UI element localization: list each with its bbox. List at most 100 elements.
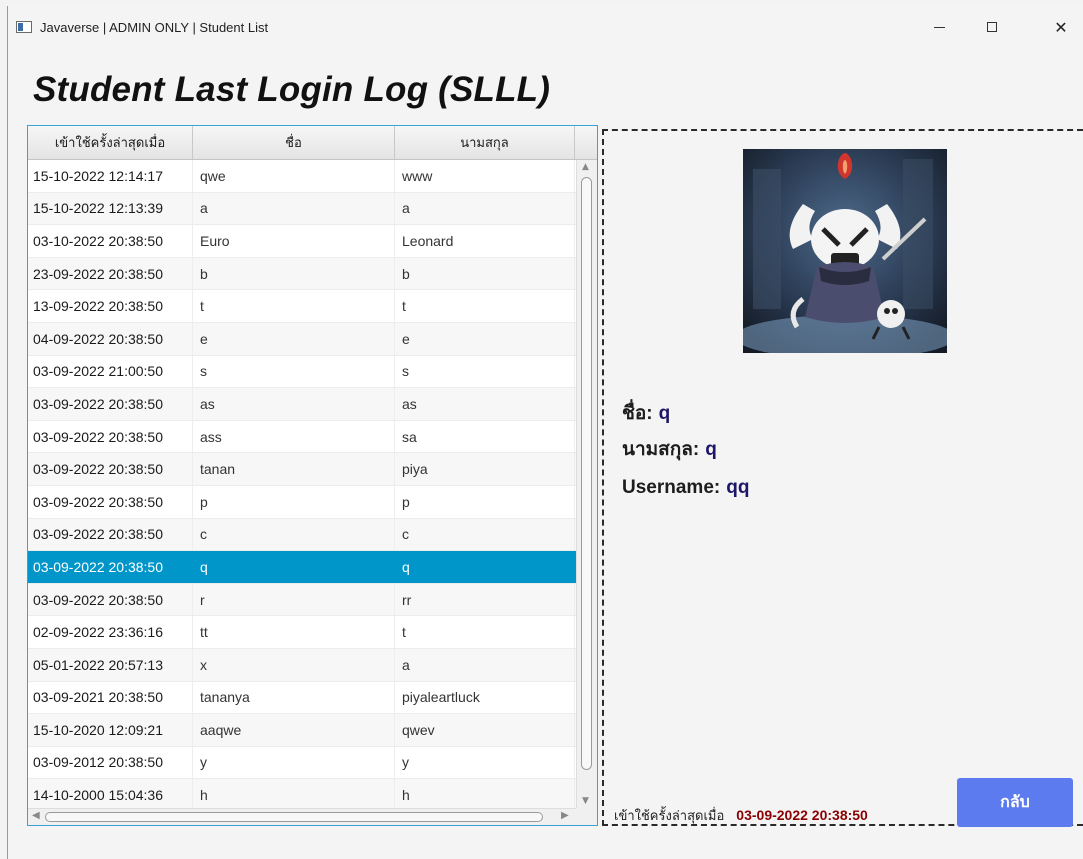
table-body: 15-10-2022 12:14:17 qwe www 15-10-2022 12:1…	[28, 160, 576, 812]
cell-name: h	[193, 779, 395, 811]
table-row[interactable]: 03-09-2022 20:38:50 c c	[28, 518, 576, 552]
cell-name: tt	[193, 616, 395, 648]
scroll-right-icon[interactable]: ▶	[561, 810, 569, 821]
table-row[interactable]: 23-09-2022 20:38:50 b b	[28, 257, 576, 291]
cell-last-login: 03-09-2021 20:38:50	[28, 681, 193, 714]
surname-value: q	[705, 439, 717, 460]
name-value: q	[658, 403, 671, 424]
column-header-surname[interactable]: นามสกุล	[395, 126, 575, 159]
name-label: ชื่อ:	[622, 403, 653, 424]
table-row[interactable]: 03-09-2022 20:38:50 as as	[28, 388, 576, 421]
close-button[interactable]: ✕	[1038, 6, 1083, 48]
cell-last-login: 03-09-2022 20:38:50	[28, 583, 193, 616]
table-row[interactable]: 13-09-2022 20:38:50 t t	[28, 290, 576, 323]
cell-last-login: 03-09-2022 20:38:50	[28, 485, 193, 518]
cell-surname: s	[395, 355, 575, 388]
cell-last-login: 23-09-2022 20:38:50	[28, 257, 193, 290]
cell-name: t	[193, 290, 395, 322]
horizontal-scroll-thumb[interactable]	[45, 812, 543, 822]
maximize-button[interactable]	[969, 6, 1015, 48]
table-row[interactable]: 15-10-2020 12:09:21 aaqwe qwev	[28, 714, 576, 747]
cell-name: ass	[193, 420, 395, 453]
cell-name: Euro	[193, 225, 395, 257]
column-header-name[interactable]: ชื่อ	[193, 126, 395, 159]
minimize-icon	[933, 26, 945, 28]
cell-name: y	[193, 746, 395, 779]
cell-last-login: 15-10-2022 12:14:17	[28, 160, 193, 192]
table-row[interactable]: 03-09-2022 21:00:50 s s	[28, 355, 576, 389]
cell-last-login: 03-09-2022 20:38:50	[28, 453, 193, 485]
scroll-up-icon[interactable]: ▲	[582, 162, 589, 172]
table-row[interactable]: 15-10-2022 12:14:17 qwe www	[28, 160, 576, 193]
username-value: qq	[726, 477, 750, 498]
detail-name: ชื่อ: q	[622, 398, 670, 428]
table-row[interactable]: 02-09-2022 23:36:16 tt t	[28, 616, 576, 649]
cell-surname: c	[395, 518, 575, 551]
cell-last-login: 03-09-2022 20:38:50	[28, 388, 193, 420]
column-header-last-login[interactable]: เข้าใช้ครั้งล่าสุดเมื่อ	[28, 126, 193, 159]
cell-surname: a	[395, 648, 575, 681]
avatar-image	[743, 149, 947, 353]
cell-name: aaqwe	[193, 714, 395, 746]
surname-label: นามสกุล:	[622, 439, 700, 460]
cell-last-login: 03-09-2022 21:00:50	[28, 355, 193, 388]
cell-surname: sa	[395, 420, 575, 453]
table-row[interactable]: 03-09-2022 20:38:50 q q	[28, 551, 576, 584]
table-row[interactable]: 03-10-2022 20:38:50 Euro Leonard	[28, 225, 576, 258]
detail-last-login: เข้าใช้ครั้งล่าสุดเมื่อ 03-09-2022 20:38:…	[614, 805, 868, 826]
cell-name: as	[193, 388, 395, 420]
cell-last-login: 04-09-2022 20:38:50	[28, 322, 193, 355]
close-icon: ✕	[1054, 17, 1068, 37]
cell-last-login: 03-09-2022 20:38:50	[28, 420, 193, 453]
cell-last-login: 05-01-2022 20:57:13	[28, 648, 193, 681]
cell-surname: qwev	[395, 714, 575, 746]
scroll-left-icon[interactable]: ◀	[32, 810, 40, 821]
cell-last-login: 14-10-2000 15:04:36	[28, 779, 193, 811]
table-row[interactable]: 03-09-2022 20:38:50 p p	[28, 485, 576, 519]
cell-surname: t	[395, 290, 575, 322]
cell-surname: y	[395, 746, 575, 779]
cell-surname: h	[395, 779, 575, 811]
scroll-down-icon[interactable]: ▼	[582, 796, 589, 806]
table-row[interactable]: 14-10-2000 15:04:36 h h	[28, 779, 576, 812]
cell-name: q	[193, 551, 395, 583]
table-row[interactable]: 04-09-2022 20:38:50 e e	[28, 322, 576, 356]
page-title: Student Last Login Log (SLLL)	[33, 70, 551, 109]
cell-surname: www	[395, 160, 575, 192]
table-header: เข้าใช้ครั้งล่าสุดเมื่อ ชื่อ นามสกุล	[28, 126, 597, 160]
cell-last-login: 15-10-2022 12:13:39	[28, 192, 193, 225]
vertical-scrollbar[interactable]: ▲ ▼	[576, 160, 597, 808]
cell-surname: e	[395, 322, 575, 355]
detail-username: Username: qq	[622, 477, 749, 499]
cell-name: p	[193, 485, 395, 518]
cell-last-login: 03-10-2022 20:38:50	[28, 225, 193, 257]
cell-name: tananya	[193, 681, 395, 714]
cell-surname: piyaleartluck	[395, 681, 575, 714]
table-row[interactable]: 05-01-2022 20:57:13 x a	[28, 648, 576, 682]
cell-name: qwe	[193, 160, 395, 192]
cell-surname: as	[395, 388, 575, 420]
cell-name: c	[193, 518, 395, 551]
table-row[interactable]: 03-09-2012 20:38:50 y y	[28, 746, 576, 780]
cell-name: tanan	[193, 453, 395, 485]
table-row[interactable]: 03-09-2022 20:38:50 tanan piya	[28, 453, 576, 486]
back-button[interactable]: กลับ	[957, 778, 1073, 827]
cell-surname: t	[395, 616, 575, 648]
cell-surname: rr	[395, 583, 575, 616]
username-label: Username:	[622, 477, 721, 498]
table-row[interactable]: 03-09-2022 20:38:50 r rr	[28, 583, 576, 617]
table-row[interactable]: 03-09-2021 20:38:50 tananya piyaleartluck	[28, 681, 576, 715]
student-table[interactable]: เข้าใช้ครั้งล่าสุดเมื่อ ชื่อ นามสกุล 15-…	[27, 125, 598, 826]
cell-surname: a	[395, 192, 575, 225]
cell-last-login: 03-09-2022 20:38:50	[28, 551, 193, 583]
minimize-button[interactable]	[916, 6, 962, 48]
cell-last-login: 03-09-2012 20:38:50	[28, 746, 193, 779]
vertical-scroll-thumb[interactable]	[581, 177, 592, 770]
table-row[interactable]: 03-09-2022 20:38:50 ass sa	[28, 420, 576, 454]
title-bar[interactable]: Javaverse | ADMIN ONLY | Student List ✕	[8, 6, 1083, 48]
table-row[interactable]: 15-10-2022 12:13:39 a a	[28, 192, 576, 226]
student-avatar	[743, 149, 947, 353]
cell-name: e	[193, 322, 395, 355]
horizontal-scrollbar[interactable]: ◀ ▶	[28, 808, 576, 825]
app-icon	[16, 21, 32, 33]
